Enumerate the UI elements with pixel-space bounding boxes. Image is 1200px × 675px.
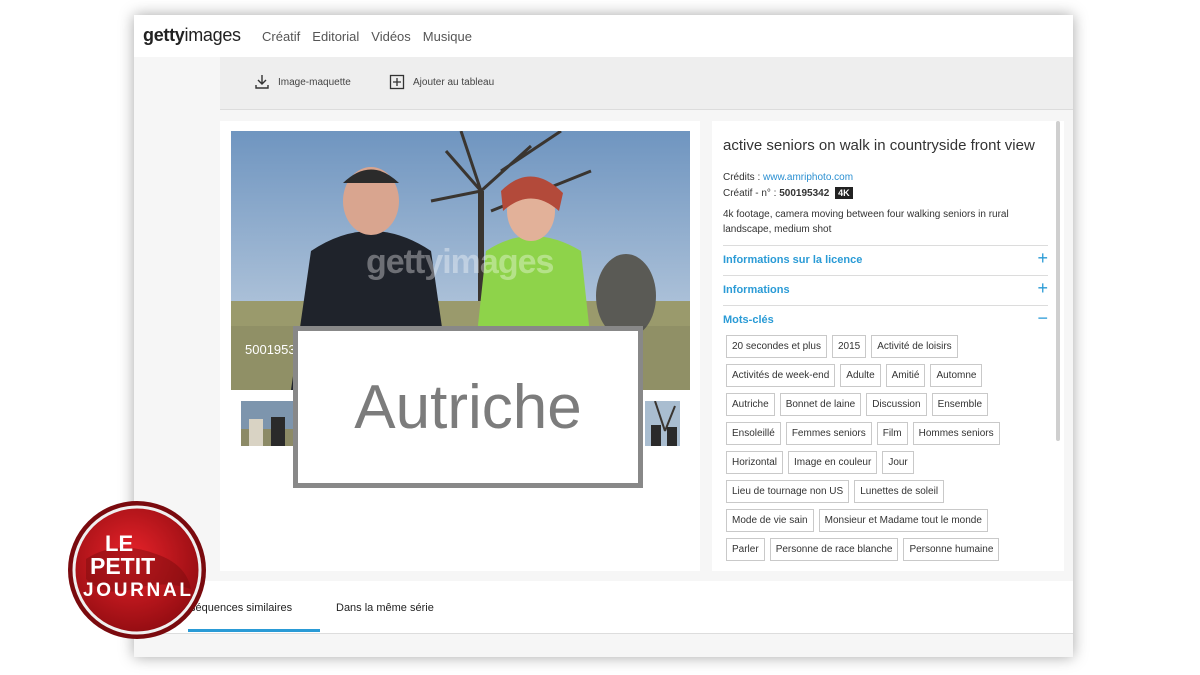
thumbnail-image — [241, 401, 296, 446]
nav-videos[interactable]: Vidéos — [371, 29, 411, 44]
keyword-tag[interactable]: Jour — [882, 451, 914, 474]
collapse-minus-icon: − — [1037, 308, 1048, 328]
expand-plus-icon: + — [1037, 248, 1048, 268]
keyword-tag[interactable]: Personne humaine — [903, 538, 1000, 561]
keyword-row: Mode de vie sain Monsieur et Madame tout … — [726, 509, 1051, 532]
plus-square-icon — [389, 74, 405, 90]
nav-creatif[interactable]: Créatif — [262, 29, 300, 44]
keyword-tag[interactable]: Activités de week-end — [726, 364, 836, 387]
keyword-tag[interactable]: Amitié — [885, 364, 926, 387]
keyword-row: Ensoleillé Femmes seniors Film Hommes senio… — [726, 422, 1051, 445]
keyword-tag[interactable]: Parler — [726, 538, 765, 561]
watermark-text: gettyimages — [366, 243, 554, 281]
add-to-board-button[interactable]: Ajouter au tableau — [389, 74, 494, 90]
details-scrollbar[interactable] — [1056, 121, 1060, 441]
logo-light: images — [184, 25, 242, 45]
video-id-label: 5001953 — [245, 342, 296, 357]
asset-description: 4k footage, camera moving between four w… — [723, 209, 1009, 235]
logo-bold: getty — [143, 25, 185, 45]
location-caption-overlay: Autriche — [293, 326, 643, 488]
keyword-tag[interactable]: Autriche — [726, 393, 775, 416]
information-label: Informations — [723, 284, 790, 296]
keyword-tag[interactable]: 2015 — [831, 335, 867, 358]
thumbnail[interactable] — [645, 401, 680, 446]
nav-editorial[interactable]: Editorial — [312, 29, 359, 44]
keyword-row: Activités de week-end Adulte Amitié Automne — [726, 364, 1051, 387]
information-accordion[interactable]: Informations + — [723, 275, 1048, 305]
keywords-label: Mots-clés — [723, 314, 774, 326]
keyword-tag[interactable]: Image en couleur — [788, 451, 878, 474]
keyword-tag[interactable]: Mode de vie sain — [726, 509, 814, 532]
keyword-tag[interactable]: Hommes seniors — [912, 422, 1000, 445]
logo-line3: JOURNAL — [83, 580, 191, 601]
keyword-tag[interactable]: Automne — [930, 364, 983, 387]
add-to-board-label: Ajouter au tableau — [413, 76, 495, 88]
keyword-tag[interactable]: Bonnet de laine — [779, 393, 862, 416]
browser-window: gettyimages Créatif Editorial Vidéos Mus… — [134, 15, 1073, 657]
le-petit-journal-logo: LE PETIT JOURNAL — [68, 501, 206, 639]
gettyimages-logo[interactable]: gettyimages — [143, 25, 241, 46]
creative-number: 500195342 — [779, 188, 830, 199]
thumbnail-image — [645, 401, 680, 446]
keyword-row: 20 secondes et plus 2015 Activité de loisi… — [726, 335, 1051, 358]
location-caption-text: Autriche — [354, 372, 582, 442]
broadcast-frame: gettyimages Créatif Editorial Vidéos Mus… — [0, 0, 1200, 675]
keyword-tag[interactable]: 20 secondes et plus — [726, 335, 827, 358]
download-comp-label: Image-maquette — [278, 76, 351, 88]
keyword-tag[interactable]: Discussion — [866, 393, 927, 416]
creative-number-line: Créatif - n° : 500195342 4K — [723, 187, 853, 199]
credits-link[interactable]: www.amriphoto.com — [763, 172, 853, 183]
keyword-tag[interactable]: Lunettes de soleil — [854, 480, 945, 503]
keyword-tag[interactable]: Ensemble — [931, 393, 989, 416]
asset-details-panel: active seniors on walk in countryside fr… — [712, 121, 1064, 571]
keyword-tag[interactable]: Activité de loisirs — [871, 335, 958, 358]
download-icon — [255, 75, 269, 89]
keyword-tag[interactable]: Ensoleillé — [726, 422, 781, 445]
logo-line2: PETIT — [90, 553, 155, 579]
license-info-accordion[interactable]: Informations sur la licence + — [723, 245, 1048, 275]
keyword-tag[interactable]: Horizontal — [726, 451, 784, 474]
keyword-tag[interactable]: Lieu de tournage non US — [726, 480, 850, 503]
credits-label: Crédits : — [723, 172, 761, 183]
keyword-tag[interactable]: Personne de race blanche — [769, 538, 899, 561]
creative-label: Créatif - n° : — [723, 188, 777, 199]
keyword-tag[interactable]: Adulte — [840, 364, 881, 387]
expand-plus-icon: + — [1037, 278, 1048, 298]
credits-line: Crédits : www.amriphoto.com — [723, 172, 853, 183]
thumbnail[interactable] — [241, 401, 296, 446]
tab-same-series[interactable]: Dans la même série — [336, 602, 434, 614]
related-tabs-bar: séquences similaires Dans la même série — [134, 581, 1073, 634]
site-header: gettyimages Créatif Editorial Vidéos Mus… — [134, 15, 1073, 57]
download-comp-button[interactable]: Image-maquette — [254, 74, 351, 90]
asset-toolbar: Image-maquette Ajouter au tableau — [220, 57, 1073, 110]
main-nav: Créatif Editorial Vidéos Musique — [262, 29, 472, 44]
keyword-tag[interactable]: Femmes seniors — [785, 422, 872, 445]
license-info-label: Informations sur la licence — [723, 254, 863, 266]
keyword-row: Horizontal Image en couleur Jour — [726, 451, 1051, 474]
keywords-accordion[interactable]: Mots-clés − — [723, 305, 1048, 335]
keyword-row: Autriche Bonnet de laine Discussion Ensembl… — [726, 393, 1051, 416]
keyword-list: 20 secondes et plus 2015 Activité de loisi… — [726, 335, 1051, 567]
keyword-tag[interactable]: Film — [876, 422, 908, 445]
keyword-tag[interactable]: Monsieur et Madame tout le monde — [818, 509, 988, 532]
resolution-badge: 4K — [835, 187, 853, 199]
nav-musique[interactable]: Musique — [423, 29, 472, 44]
asset-title: active seniors on walk in countryside fr… — [723, 137, 1035, 154]
keyword-row: Parler Personne de race blanche Personne h… — [726, 538, 1051, 561]
keyword-row: Lieu de tournage non US Lunettes de solei… — [726, 480, 1051, 503]
